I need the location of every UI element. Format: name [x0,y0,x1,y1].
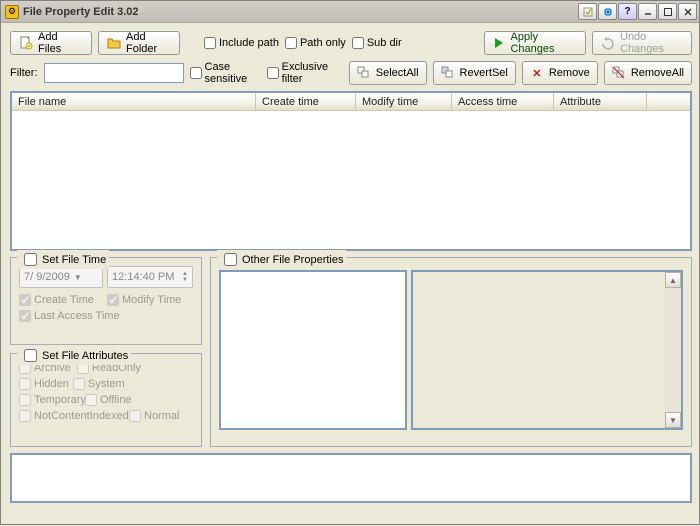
select-all-button[interactable]: SelectAll [349,61,427,85]
content: Add Files Add Folder Include path Path o… [1,23,699,526]
chevron-down-icon: ▼ [74,273,82,282]
close-button[interactable] [678,3,697,20]
toolbar-row-1: Add Files Add Folder Include path Path o… [10,31,692,55]
revert-sel-button[interactable]: RevertSel [433,61,516,85]
col-attribute[interactable]: Attribute [554,93,647,111]
case-sensitive-checkbox[interactable]: Case sensitive [190,61,261,85]
col-modify-time[interactable]: Modify time [356,93,452,111]
last-access-time-checkbox[interactable]: Last Access Time [19,310,179,322]
select-all-icon [357,66,371,80]
set-file-time-legend[interactable]: Set File Time [17,250,109,269]
add-files-label: Add Files [38,31,83,55]
properties-list[interactable] [219,270,407,430]
filter-label: Filter: [10,67,38,79]
time-value: 12:14:40 PM [112,271,174,283]
col-file-name[interactable]: File name [12,93,256,111]
filter-input[interactable] [44,63,184,83]
include-path-checkbox[interactable]: Include path [204,37,279,49]
col-access-time[interactable]: Access time [452,93,554,111]
folder-icon [107,36,121,50]
case-sensitive-label: Case sensitive [205,61,261,85]
lower-section: Set File Time 7/ 9/2009 ▼ 12:14:40 PM ▲▼… [10,257,692,447]
window-controls: ? [578,3,697,20]
globe-icon[interactable] [598,3,617,20]
date-value: 7/ 9/2009 [24,271,70,283]
other-file-properties-label: Other File Properties [242,254,343,266]
remove-all-label: RemoveAll [631,67,684,79]
set-file-attributes-legend[interactable]: Set File Attributes [17,346,131,365]
scroll-up-icon[interactable]: ▲ [665,272,681,288]
file-list[interactable]: File name Create time Modify time Access… [10,91,692,251]
undo-changes-button[interactable]: Undo Changes [592,31,692,55]
notcontentindexed-checkbox[interactable]: NotContentIndexed [19,410,127,422]
left-column: Set File Time 7/ 9/2009 ▼ 12:14:40 PM ▲▼… [10,257,202,447]
col-create-time[interactable]: Create time [256,93,356,111]
set-file-time-group: Set File Time 7/ 9/2009 ▼ 12:14:40 PM ▲▼… [10,257,202,345]
temporary-checkbox[interactable]: Temporary [19,394,83,406]
sub-dir-label: Sub dir [367,37,402,49]
app-icon: ⚙ [5,5,19,19]
minimize-button[interactable] [638,3,657,20]
remove-icon: ✕ [530,66,544,80]
play-icon [493,36,505,50]
remove-button[interactable]: ✕ Remove [522,61,598,85]
toolbar-row-2: Filter: Case sensitive Exclusive filter … [10,61,692,85]
time-picker[interactable]: 12:14:40 PM ▲▼ [107,266,193,288]
undo-icon [601,36,615,50]
modify-time-checkbox[interactable]: Modify Time [107,294,187,306]
list-header: File name Create time Modify time Access… [12,93,690,111]
settings-icon[interactable] [578,3,597,20]
file-add-icon [19,36,33,50]
system-checkbox[interactable]: System [73,378,129,390]
scroll-down-icon[interactable]: ▼ [665,412,681,428]
log-output[interactable] [10,453,692,503]
path-only-label: Path only [300,37,346,49]
remove-all-icon [612,66,626,80]
apply-changes-label: Apply Changes [510,31,577,55]
add-files-button[interactable]: Add Files [10,31,92,55]
add-folder-button[interactable]: Add Folder [98,31,180,55]
select-all-label: SelectAll [376,67,419,79]
create-time-checkbox[interactable]: Create Time [19,294,99,306]
window-title: File Property Edit 3.02 [23,6,139,18]
offline-checkbox[interactable]: Offline [85,394,137,406]
add-folder-label: Add Folder [126,31,171,55]
apply-changes-button[interactable]: Apply Changes [484,31,586,55]
exclusive-filter-label: Exclusive filter [282,61,337,85]
maximize-button[interactable] [658,3,677,20]
set-file-attributes-checkbox[interactable] [24,349,37,362]
other-file-properties-checkbox[interactable] [224,253,237,266]
normal-checkbox[interactable]: Normal [129,410,181,422]
other-file-properties-legend[interactable]: Other File Properties [217,250,346,269]
include-path-label: Include path [219,37,279,49]
set-file-time-checkbox[interactable] [24,253,37,266]
titlebar: ⚙ File Property Edit 3.02 ? [1,1,699,23]
set-file-attributes-group: Set File Attributes Archive ReadOnly Hid… [10,353,202,447]
remove-label: Remove [549,67,590,79]
sub-dir-checkbox[interactable]: Sub dir [352,37,402,49]
help-icon[interactable]: ? [618,3,637,20]
spinner-icon: ▲▼ [182,271,188,283]
revert-sel-icon [441,66,455,80]
scrollbar[interactable]: ▲ ▼ [665,272,681,428]
hidden-checkbox[interactable]: Hidden [19,378,71,390]
set-file-time-label: Set File Time [42,254,106,266]
date-picker[interactable]: 7/ 9/2009 ▼ [19,266,103,288]
set-file-attributes-label: Set File Attributes [42,350,128,362]
properties-detail[interactable]: ▲ ▼ [411,270,683,430]
other-file-properties-group: Other File Properties ▲ ▼ [210,257,692,447]
path-only-checkbox[interactable]: Path only [285,37,346,49]
remove-all-button[interactable]: RemoveAll [604,61,692,85]
undo-changes-label: Undo Changes [620,31,683,55]
revert-sel-label: RevertSel [460,67,508,79]
exclusive-filter-checkbox[interactable]: Exclusive filter [267,61,337,85]
